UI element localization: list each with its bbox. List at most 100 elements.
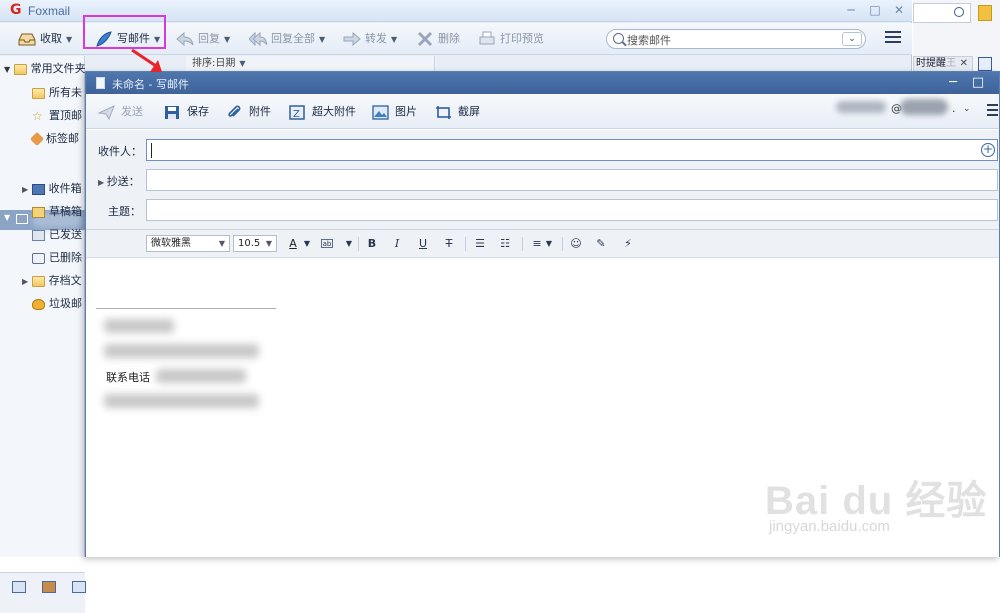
- search-icon: [954, 7, 964, 17]
- font-size-select[interactable]: 10.5 ▼: [233, 235, 277, 252]
- sidebar-item-pinned[interactable]: ☆ 置顶邮: [32, 105, 82, 127]
- tag-icon: [29, 131, 45, 147]
- chevron-down-icon[interactable]: ▼: [541, 237, 557, 251]
- highlight-box: [83, 15, 166, 49]
- browser-search-box[interactable]: [913, 3, 971, 23]
- maximize-icon[interactable]: □: [866, 2, 884, 18]
- chevron-down-icon[interactable]: ▼: [224, 35, 230, 44]
- subject-field[interactable]: [146, 199, 998, 221]
- sidebar-item-inbox[interactable]: ▶ 收件箱: [22, 178, 82, 200]
- forward-button[interactable]: 转发 ▼: [343, 29, 397, 49]
- compose-title-bar: 未命名 - 写邮件 ─ □: [86, 72, 999, 94]
- maximize-icon[interactable]: □: [969, 74, 987, 92]
- print-preview-button[interactable]: 打印预览: [478, 29, 544, 49]
- cc-label[interactable]: ▶ 抄送：: [98, 173, 140, 189]
- subject-label: 主题：: [108, 205, 141, 218]
- chevron-down-icon[interactable]: ▼: [4, 213, 10, 222]
- chevron-right-icon[interactable]: ▶: [98, 178, 107, 187]
- bold-button[interactable]: B: [364, 237, 380, 251]
- common-folders-group[interactable]: ▼ 常用文件夹: [4, 58, 86, 80]
- document-icon: [96, 77, 105, 89]
- reply-button[interactable]: 回复 ▼: [176, 29, 230, 49]
- account-icon: [16, 214, 28, 224]
- menu-icon[interactable]: [987, 104, 998, 118]
- foxmail-logo-icon: G: [10, 2, 22, 18]
- reply-all-arrow-icon: [249, 31, 267, 47]
- divider: [465, 237, 466, 251]
- to-label: 收件人：: [98, 145, 142, 158]
- minimize-icon[interactable]: ─: [842, 2, 860, 18]
- strikethrough-button[interactable]: T: [441, 237, 457, 251]
- chevron-down-icon[interactable]: ▼: [4, 65, 10, 74]
- font-family-select[interactable]: 微软雅黑 ▼: [146, 235, 230, 252]
- cc-field[interactable]: [146, 169, 998, 191]
- printer-icon: [479, 31, 495, 45]
- close-icon[interactable]: ✕: [890, 2, 908, 18]
- chevron-right-icon[interactable]: ▶: [22, 277, 28, 286]
- redacted-text: [156, 369, 246, 383]
- sender-domain-redacted: [900, 99, 948, 115]
- image-button[interactable]: 图片: [372, 102, 417, 122]
- svg-text:Z: Z: [293, 109, 300, 120]
- save-button[interactable]: 保存: [164, 102, 209, 122]
- chevron-down-icon[interactable]: ▼: [66, 35, 72, 44]
- sidebar-item-tagged[interactable]: 标签邮: [29, 128, 79, 150]
- large-attachment-button[interactable]: Z 超大附件: [289, 102, 356, 122]
- contacts-icon[interactable]: [42, 581, 56, 593]
- calendar-icon[interactable]: [72, 581, 86, 593]
- sort-header[interactable]: 排序:日期 ▼: [186, 56, 436, 72]
- redacted-text: [104, 394, 259, 408]
- send-button[interactable]: 发送: [98, 102, 143, 122]
- sidebar-item-deleted[interactable]: 已删除: [32, 247, 82, 269]
- menu-icon[interactable]: [885, 31, 901, 45]
- forward-arrow-icon: [343, 31, 361, 47]
- receive-button[interactable]: 收取 ▼: [18, 29, 72, 49]
- add-contact-icon[interactable]: +: [981, 143, 995, 157]
- chevron-down-icon[interactable]: ▼: [341, 237, 357, 251]
- baidu-watermark: Bai du 经验 jingyan.baidu.com: [765, 479, 988, 535]
- chevron-down-icon[interactable]: ▼: [391, 35, 397, 44]
- bullet-list-icon[interactable]: ☰: [472, 237, 488, 251]
- chevron-down-icon[interactable]: ▼: [299, 237, 315, 251]
- browser-extension-icon[interactable]: [978, 5, 992, 21]
- app-title: Foxmail: [28, 4, 71, 18]
- sidebar-item-junk[interactable]: 垃圾邮: [32, 293, 82, 315]
- reply-arrow-icon: [176, 31, 194, 47]
- paper-plane-icon: [98, 104, 115, 120]
- star-icon: ☆: [32, 108, 43, 123]
- highlight-color-icon[interactable]: ab: [321, 239, 333, 248]
- close-tab-icon[interactable]: ✕: [960, 57, 968, 71]
- chevron-down-icon[interactable]: ▼: [239, 59, 245, 68]
- paw-icon[interactable]: [978, 57, 992, 71]
- mail-view-icon[interactable]: [12, 581, 26, 593]
- screenshot-button[interactable]: 截屏: [435, 102, 480, 122]
- magic-wand-icon[interactable]: ⚡: [620, 237, 636, 251]
- numbered-list-icon[interactable]: ☷: [497, 237, 513, 251]
- browser-tab[interactable]: 时提醒王 ✕: [913, 56, 973, 72]
- sidebar-item-sent[interactable]: 已发送: [32, 224, 82, 246]
- folder-icon: [13, 63, 27, 75]
- emoji-icon[interactable]: ☺: [568, 237, 584, 251]
- divider: [358, 237, 359, 251]
- sidebar-item-all-unread[interactable]: 所有未: [32, 82, 82, 104]
- chevron-right-icon[interactable]: ▶: [22, 185, 28, 194]
- reply-all-button[interactable]: 回复全部 ▼: [249, 29, 325, 49]
- chevron-down-icon: ▼: [218, 239, 225, 248]
- chevron-down-icon[interactable]: ⌄: [963, 104, 971, 114]
- stationery-icon[interactable]: ✎: [593, 237, 609, 251]
- underline-button[interactable]: U: [415, 237, 431, 251]
- to-field[interactable]: +: [146, 139, 998, 161]
- sender-name-redacted: [836, 101, 886, 113]
- delete-button[interactable]: 删除: [416, 29, 460, 49]
- mail-search-input[interactable]: 搜索邮件 ⌄: [606, 29, 866, 49]
- sidebar-item-drafts[interactable]: 草稿箱: [32, 201, 82, 223]
- chevron-down-icon[interactable]: ▼: [319, 35, 325, 44]
- attach-button[interactable]: 附件: [226, 102, 271, 122]
- paperclip-icon: [228, 105, 241, 117]
- search-options-icon[interactable]: ⌄: [842, 32, 862, 46]
- sidebar-item-archive[interactable]: ▶ 存档文: [22, 270, 82, 292]
- minimize-icon[interactable]: ─: [944, 74, 962, 92]
- search-icon: [613, 33, 624, 44]
- italic-button[interactable]: I: [389, 237, 405, 251]
- zip-file-icon: Z: [289, 104, 305, 120]
